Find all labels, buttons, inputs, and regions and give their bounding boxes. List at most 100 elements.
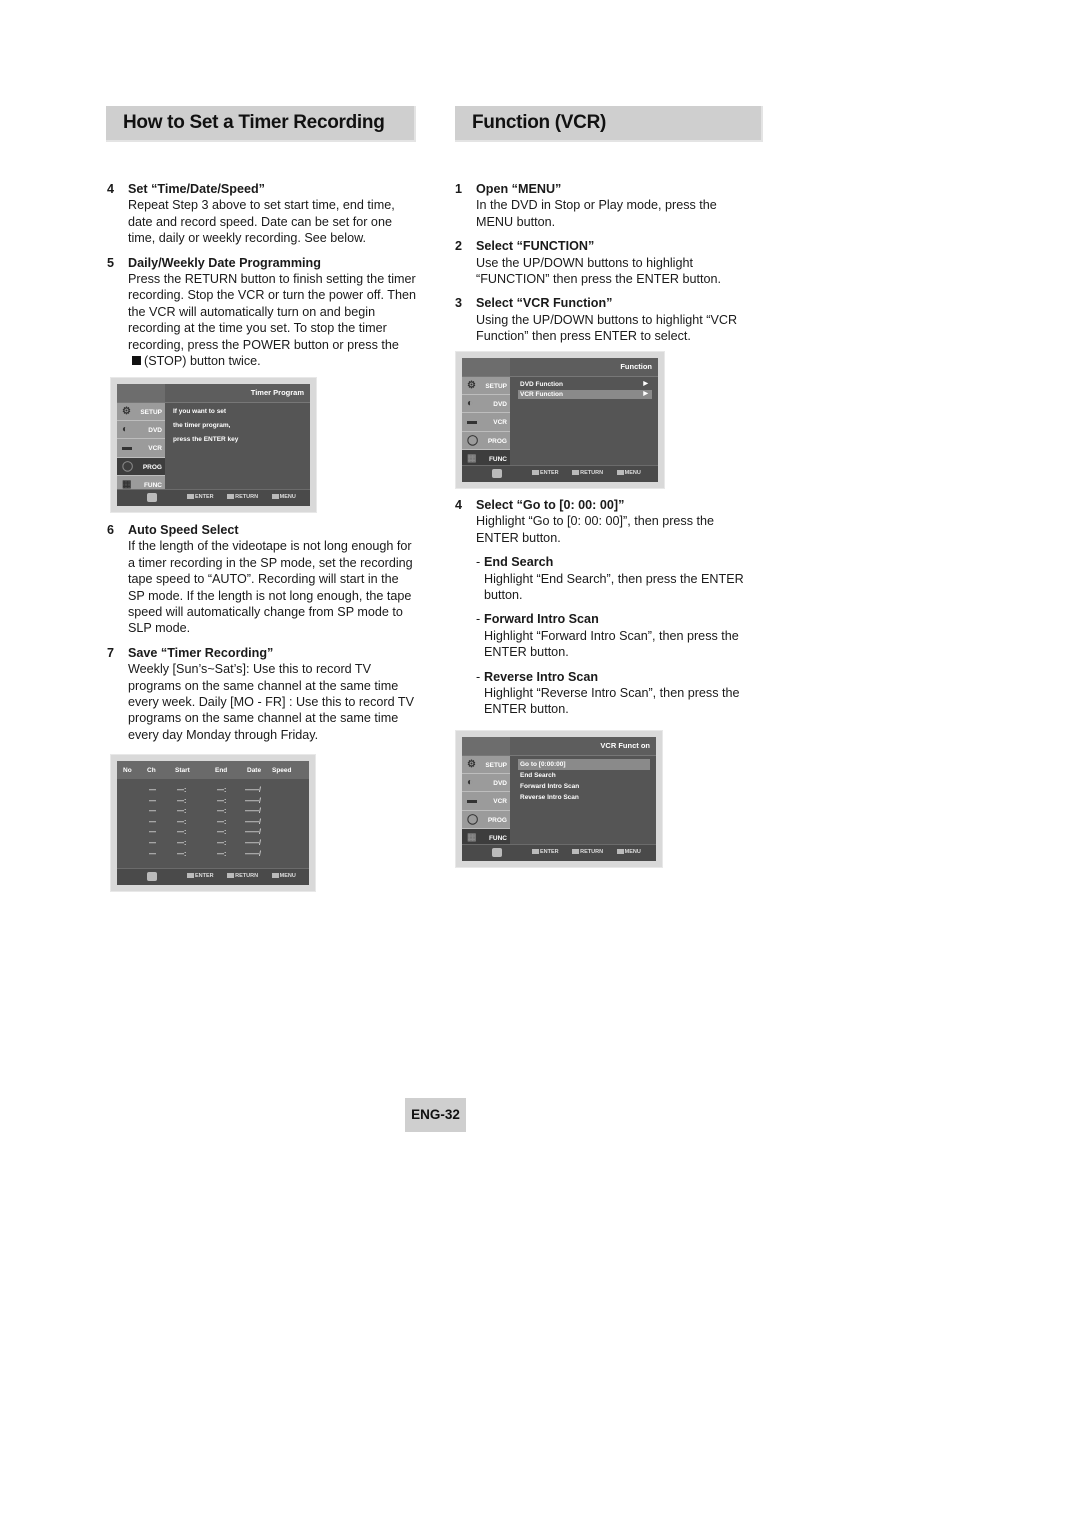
timer-table-cell: ——/: [245, 797, 261, 805]
step-body: In the DVD in Stop or Play mode, press t…: [476, 198, 717, 229]
osd-menu-label: VCR: [148, 445, 162, 453]
menu-item-dvd-function[interactable]: DVD Function ▶: [518, 380, 652, 390]
osd-menu-label: FUNC: [488, 455, 507, 463]
return-key-hint: RETURN: [572, 470, 603, 476]
menu-item-end-search[interactable]: End Search: [518, 770, 650, 781]
step-body-tail: (STOP) button twice.: [144, 354, 261, 369]
key-label: RETURN: [580, 470, 604, 476]
navigation-icon: [147, 872, 157, 881]
osd-menu-label: SETUP: [485, 762, 507, 769]
section-header-timer-recording: How to Set a Timer Recording: [106, 106, 416, 142]
step-6-auto-speed: 6 Auto Speed Select If the length of the…: [107, 522, 417, 637]
substep-title: End Search: [484, 555, 554, 570]
osd-message-line: the timer program,: [173, 422, 231, 429]
osd-menu-setup[interactable]: ⚙ SETUP: [462, 756, 510, 775]
step-4-set-time: 4 Set “Time/Date/Speed” Repeat Step 3 ab…: [107, 181, 417, 247]
step-7-save-timer: 7 Save “Timer Recording” Weekly [Sun’s~S…: [107, 645, 417, 743]
disc-icon: ◐: [467, 777, 474, 789]
navigation-icon: [147, 493, 157, 502]
timer-table-cell: —:: [217, 808, 227, 816]
osd-menu-label: VCR: [493, 798, 507, 806]
timer-table-cell: —:: [177, 787, 187, 794]
osd-menu-label: SETUP: [140, 409, 162, 416]
substep-end-search: - End Search Highlight “End Search”, the…: [455, 554, 755, 603]
column-date: Date: [247, 767, 262, 774]
osd-menu-label: SETUP: [485, 383, 507, 390]
function-icon: ▦: [122, 478, 132, 490]
timer-table-cell: —: [149, 850, 156, 858]
osd-menu-prog[interactable]: ◯ PROG: [117, 457, 165, 476]
menu-item-goto[interactable]: Go to [0:00:00]: [518, 759, 650, 770]
step-2-select-function: 2 Select “FUNCTION” Use the UP/DOWN butt…: [455, 238, 755, 287]
timer-table-row[interactable]: — —: —: ——/: [117, 829, 309, 840]
step-title: Open “MENU”: [476, 182, 562, 196]
timer-table-cell: —: [149, 818, 156, 826]
timer-table-cell: —:: [177, 797, 187, 805]
right-steps-bottom: 4 Select “Go to [0: 00: 00]” Highlight “…: [455, 497, 755, 726]
timer-table-cell: —:: [217, 850, 227, 858]
osd-key-bar: ENTER RETURN MENU: [117, 868, 309, 885]
osd-menu-label: DVD: [493, 780, 507, 788]
osd-title: Timer Program: [250, 388, 304, 397]
osd-menu-dvd[interactable]: ◐ DVD: [462, 395, 510, 414]
enter-key-hint: ENTER: [187, 873, 214, 879]
timer-table-row[interactable]: — —: —: ——/: [117, 840, 309, 851]
step-title: Save “Timer Recording”: [128, 645, 274, 660]
step-body: Press the RETURN button to finish settin…: [128, 271, 417, 369]
osd-menu-dvd[interactable]: ◐ DVD: [117, 421, 165, 440]
timer-table-cell: ——/: [245, 829, 261, 837]
step-title: Select “VCR Function”: [476, 296, 613, 311]
key-label: MENU: [279, 494, 296, 500]
function-icon: ▦: [467, 452, 477, 464]
osd-menu-label: VCR: [493, 419, 507, 427]
menu-item-vcr-function[interactable]: VCR Function ▶: [518, 389, 652, 399]
key-label: ENTER: [195, 873, 214, 879]
timer-table-row[interactable]: — —: —: ——/: [117, 798, 309, 809]
osd-menu-prog[interactable]: ◯ PROG: [462, 810, 510, 829]
left-steps-bottom: 6 Auto Speed Select If the length of the…: [107, 522, 417, 751]
vcr-icon: ▬: [467, 795, 477, 807]
step-number: 5: [107, 255, 115, 270]
step-number: 4: [107, 182, 115, 196]
step-body-text: Press the RETURN button to finish settin…: [128, 272, 416, 352]
osd-menu-label: FUNC: [488, 834, 507, 842]
return-icon: [227, 873, 235, 878]
timer-table-row[interactable]: — —: —: ——/: [117, 787, 309, 798]
timer-table-cell: —:: [177, 808, 187, 816]
menu-item-reverse-intro-scan[interactable]: Reverse Intro Scan: [518, 792, 650, 803]
clock-icon: ◯: [467, 434, 479, 446]
osd-key-bar: ENTER RETURN MENU: [117, 489, 310, 506]
enter-icon: [532, 849, 539, 854]
osd-menu-vcr[interactable]: ▬ VCR: [462, 413, 510, 432]
return-key-hint: RETURN: [227, 873, 258, 879]
osd-sidebar: ⚙ SETUP ◐ DVD ▬ VCR ◯ PROG ▦ FUNC: [462, 756, 510, 847]
osd-function-list: DVD Function ▶ VCR Function ▶: [518, 380, 652, 399]
menu-item-label: Go to [0:00:00]: [520, 761, 566, 768]
step-number: 7: [107, 645, 115, 660]
stop-icon: [132, 356, 141, 366]
timer-table-row[interactable]: — —: —: ——/: [117, 819, 309, 830]
menu-item-forward-intro-scan[interactable]: Forward Intro Scan: [518, 781, 650, 792]
osd-menu-dvd[interactable]: ◐ DVD: [462, 774, 510, 793]
section-header-function-vcr: Function (VCR): [455, 106, 763, 142]
osd-vcr-function-list: Go to [0:00:00] End Search Forward Intro…: [518, 759, 650, 803]
osd-menu-vcr[interactable]: ▬ VCR: [117, 439, 165, 458]
osd-menu-vcr[interactable]: ▬ VCR: [462, 792, 510, 811]
timer-table-row[interactable]: — —: —: ——/: [117, 808, 309, 819]
timer-table-cell: ——/: [245, 808, 261, 816]
osd-title: VCR Funct on: [600, 741, 650, 750]
enter-icon: [187, 873, 194, 878]
menu-item-label: Forward Intro Scan: [520, 783, 580, 790]
osd-timer-list-screen: No Ch Start End Date Speed — —: —: ——/ — —: —:…: [110, 754, 316, 892]
osd-menu-setup[interactable]: ⚙ SETUP: [462, 377, 510, 396]
substep-title: Forward Intro Scan: [484, 612, 599, 627]
key-label: ENTER: [195, 494, 214, 500]
timer-table-row[interactable]: — —: —: ——/: [117, 851, 309, 862]
key-label: MENU: [624, 470, 641, 476]
step-4-select-goto: 4 Select “Go to [0: 00: 00]” Highlight “…: [455, 497, 755, 546]
osd-menu-setup[interactable]: ⚙ SETUP: [117, 403, 165, 422]
osd-menu-prog[interactable]: ◯ PROG: [462, 431, 510, 450]
osd-menu-label: PROG: [487, 437, 507, 445]
menu-icon: [271, 494, 279, 499]
timer-table-cell: —:: [217, 840, 227, 847]
